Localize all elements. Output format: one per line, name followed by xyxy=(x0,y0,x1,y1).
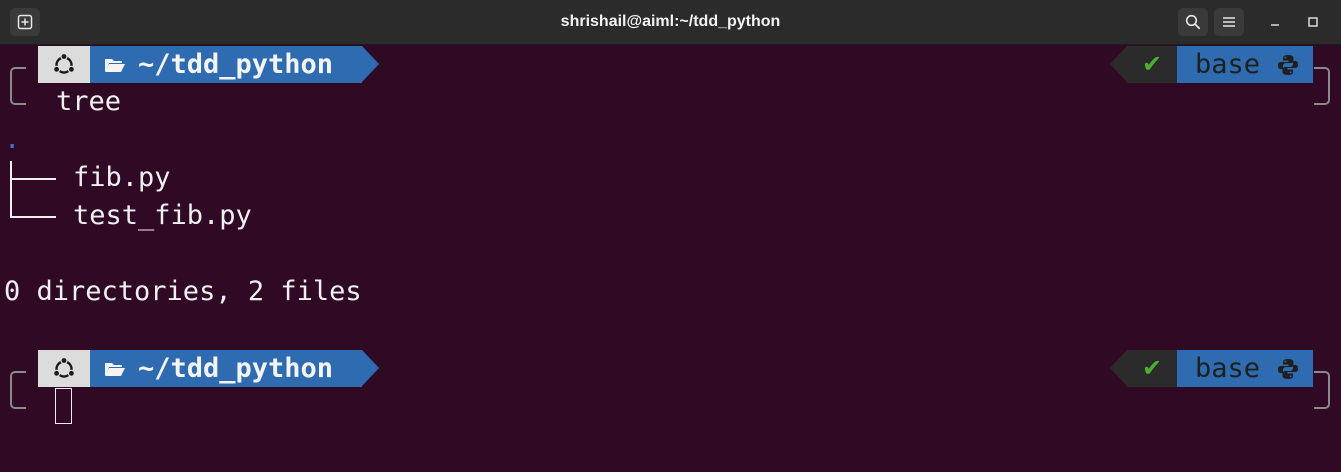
prompt-directory: ~/tdd_python xyxy=(138,353,334,384)
env-segment: base xyxy=(1177,350,1313,387)
ubuntu-icon xyxy=(52,52,75,74)
tree-item: test_fib.py xyxy=(73,200,252,231)
prompt-frame-left xyxy=(10,371,26,409)
tree-summary: 0 directories, 2 files xyxy=(4,276,362,307)
env-name: base xyxy=(1195,353,1261,384)
minimize-button[interactable] xyxy=(1260,8,1290,36)
folder-open-icon xyxy=(105,363,125,376)
segment-arrow-left xyxy=(1110,46,1127,82)
tree-item: fib.py xyxy=(73,162,171,193)
menu-button[interactable] xyxy=(1214,8,1244,36)
terminal-area[interactable]: ~/tdd_python ✔ base tree . fib.py test_f… xyxy=(0,45,1341,472)
status-segment: ✔ xyxy=(1127,46,1177,83)
maximize-icon xyxy=(1308,17,1318,27)
python-icon xyxy=(1278,55,1298,75)
python-icon xyxy=(1278,359,1298,379)
prompt-frame-right xyxy=(1314,67,1330,105)
terminal-cursor[interactable] xyxy=(55,388,72,424)
status-check: ✔ xyxy=(1141,354,1163,382)
segment-arrow xyxy=(362,350,379,386)
status-segment: ✔ xyxy=(1127,350,1177,387)
prompt-frame-left xyxy=(10,67,26,105)
segment-arrow-left xyxy=(1110,350,1127,386)
title-bar: shrishail@aiml:~/tdd_python xyxy=(0,0,1341,45)
tree-branch-horizontal xyxy=(10,178,56,180)
directory-segment: ~/tdd_python xyxy=(90,46,362,83)
ubuntu-icon xyxy=(52,356,75,378)
search-button[interactable] xyxy=(1178,8,1208,36)
command-text: tree xyxy=(56,86,122,117)
window-title: shrishail@aiml:~/tdd_python xyxy=(560,13,781,30)
status-check: ✔ xyxy=(1141,50,1163,78)
hamburger-menu-icon xyxy=(1223,17,1235,27)
prompt-directory: ~/tdd_python xyxy=(138,49,334,80)
tree-branch-vertical xyxy=(10,161,12,217)
folder-open-icon xyxy=(105,59,125,72)
segment-arrow xyxy=(362,46,379,82)
tree-root: . xyxy=(4,124,21,155)
os-segment xyxy=(38,350,90,387)
prompt-frame-right xyxy=(1314,371,1330,409)
env-name: base xyxy=(1195,49,1261,80)
env-segment: base xyxy=(1177,46,1313,83)
minimize-icon xyxy=(1271,24,1279,26)
tree-branch-horizontal xyxy=(10,216,56,218)
directory-segment: ~/tdd_python xyxy=(90,350,362,387)
maximize-button[interactable] xyxy=(1298,8,1328,36)
search-icon xyxy=(1185,14,1201,30)
os-segment xyxy=(38,46,90,83)
